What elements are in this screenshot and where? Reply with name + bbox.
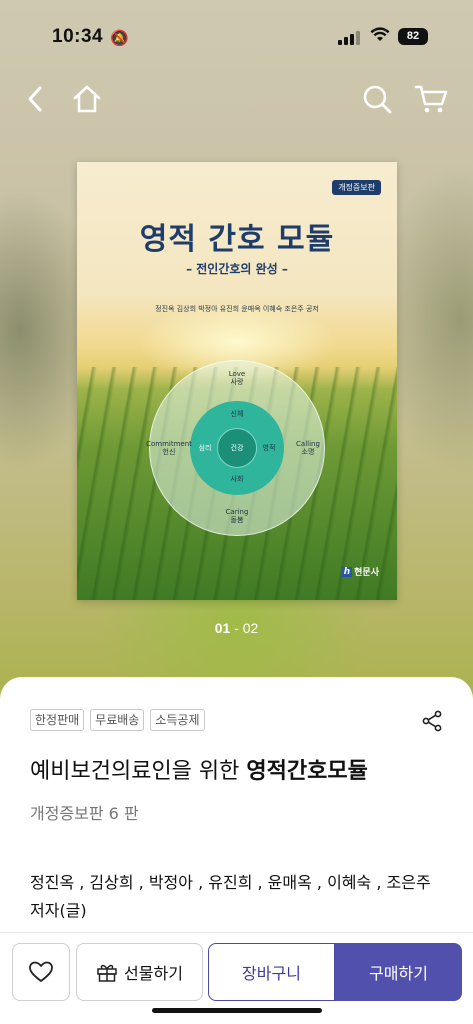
heart-icon — [29, 961, 53, 982]
publisher-mark-icon: h — [341, 566, 353, 577]
battery-indicator: 82 — [398, 28, 428, 45]
gift-button[interactable]: 선물하기 — [76, 943, 203, 1001]
cart-button[interactable] — [412, 80, 450, 118]
cover-authors: 정진옥 김상희 박정아 유진희 윤매옥 이혜숙 조은주 공저 — [155, 305, 319, 313]
diagram-label-commitment: Commitment 헌신 — [146, 440, 192, 456]
cart-icon — [414, 85, 448, 113]
cover-title: 영적 간호 모듈 — [139, 222, 335, 257]
pager-total: 02 — [242, 620, 259, 636]
diagram-label-health: 건강 — [230, 444, 244, 452]
author-role: 저자(글) — [30, 901, 87, 920]
product-authors[interactable]: 정진옥 , 김상희 , 박정아 , 유진희 , 윤매옥 , 이혜숙 , 조은주 — [30, 869, 431, 893]
diagram-label-love: Love 사랑 — [228, 370, 246, 386]
share-icon — [422, 710, 442, 732]
pager-current: 01 — [214, 620, 231, 636]
tag-list: 한정판매 무료배송 소득공제 — [30, 709, 205, 731]
product-edition: 개정증보판 6 판 — [30, 804, 139, 823]
publisher-name: 현문사 — [354, 568, 379, 578]
title-prefix: 예비보건의료인을 위한 — [30, 759, 247, 784]
search-icon — [363, 85, 392, 114]
chevron-left-icon — [28, 86, 42, 112]
diagram-label-body: 신체 — [230, 410, 244, 418]
wishlist-button[interactable] — [12, 943, 70, 1001]
book-cover-image[interactable]: 개정증보판 영적 간호 모듈 – 전인간호의 완성 – 정진옥 김상희 박정아 … — [77, 162, 397, 600]
mute-bell-icon: 🔕 — [110, 29, 129, 47]
tag-tax-deduction: 소득공제 — [150, 709, 205, 731]
product-title: 예비보건의료인을 위한 영적간호모듈 — [30, 753, 368, 785]
gift-label: 선물하기 — [124, 964, 183, 983]
wifi-icon — [370, 27, 390, 48]
tag-free-shipping: 무료배송 — [90, 709, 145, 731]
diagram-label-spirit: 영적 — [262, 444, 276, 452]
home-icon — [73, 85, 101, 113]
diagram-label-caring: Caring 돌봄 — [225, 508, 249, 524]
buy-now-button[interactable]: 구매하기 — [335, 943, 462, 1001]
status-bar: 10:34 🔕 82 — [0, 0, 473, 62]
status-time: 10:34 — [52, 26, 104, 47]
add-to-cart-button[interactable]: 장바구니 — [208, 943, 335, 1001]
publisher-logo: h 현문사 — [341, 565, 379, 578]
home-button[interactable] — [68, 80, 106, 118]
diagram-label-society: 사회 — [230, 475, 244, 483]
home-indicator — [152, 1008, 322, 1013]
cover-badge: 개정증보판 — [332, 180, 381, 195]
cover-subtitle: – 전인간호의 완성 – — [186, 262, 288, 276]
diagram-label-calling: Calling 소명 — [296, 440, 320, 456]
search-button[interactable] — [358, 80, 396, 118]
image-pager: 01 - 02 — [0, 620, 473, 636]
title-main: 영적간호모듈 — [246, 759, 368, 784]
signal-icon — [338, 30, 362, 45]
tag-limited: 한정판매 — [30, 709, 85, 731]
pager-separator: - — [230, 620, 243, 636]
diagram-label-mind: 심리 — [198, 444, 212, 452]
back-button[interactable] — [16, 80, 54, 118]
gift-icon — [97, 964, 117, 982]
share-button[interactable] — [420, 709, 444, 733]
